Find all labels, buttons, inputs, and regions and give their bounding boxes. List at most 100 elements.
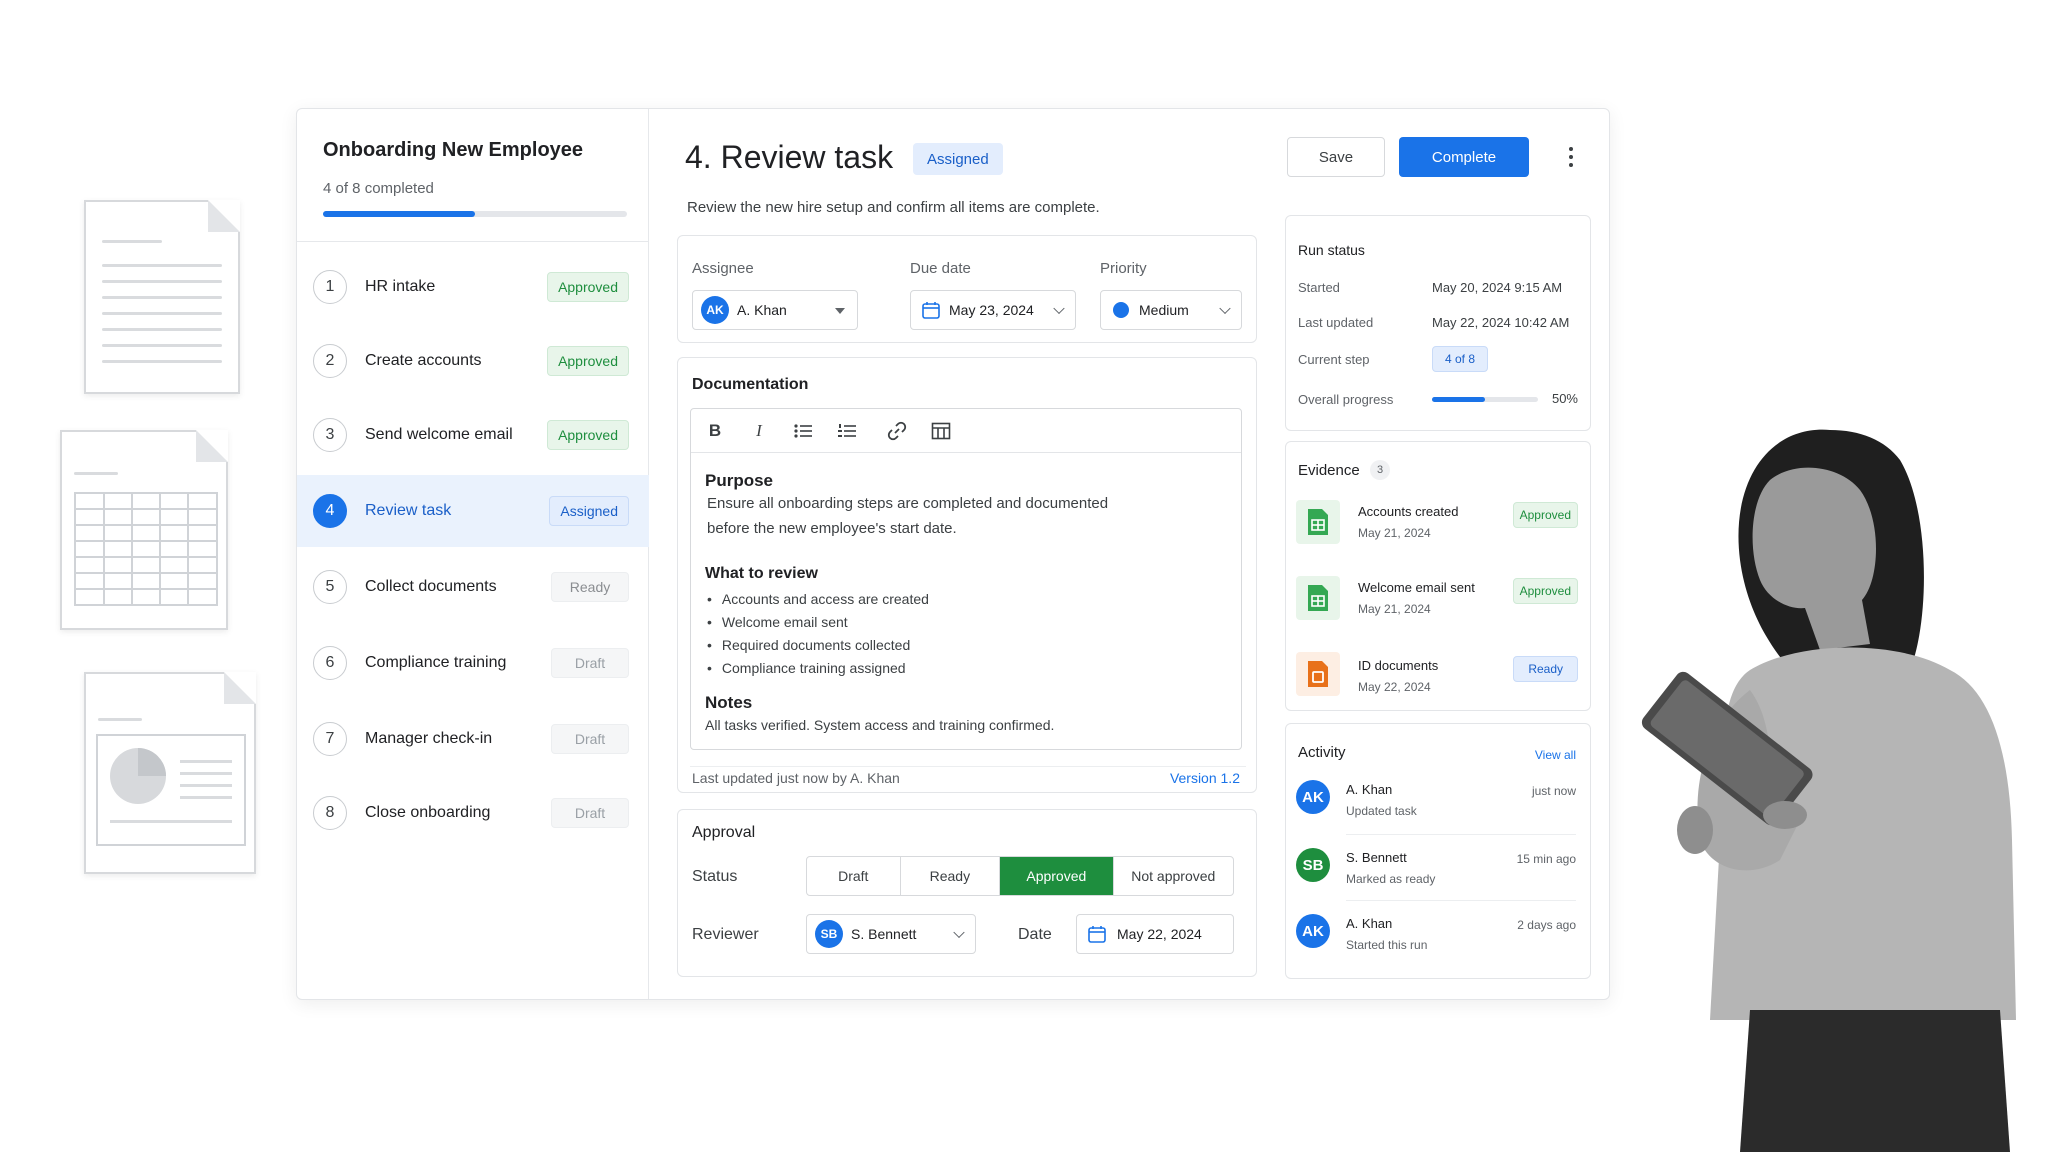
avatar: SB [1296, 848, 1330, 882]
step-label: Create accounts [365, 352, 482, 369]
activity-description: Updated task [1346, 804, 1417, 818]
step-number: 7 [313, 722, 347, 756]
link-button[interactable] [885, 419, 909, 443]
step-item-create-accounts[interactable]: 2 Create accounts Approved [297, 325, 649, 397]
step-number: 6 [313, 646, 347, 680]
last-updated-value: May 22, 2024 10:42 AM [1432, 315, 1570, 330]
step-item-review-task[interactable]: 4 Review task Assigned [297, 475, 649, 547]
evidence-item[interactable]: Accounts created May 21, 2024 Approved [1286, 494, 1590, 564]
step-label: Review task [365, 502, 452, 519]
rich-text-editor[interactable]: B I Purpose Ensure all onboarding steps … [690, 408, 1242, 750]
bullet-list-button[interactable] [791, 419, 815, 443]
step-label: Compliance training [365, 654, 507, 671]
status-option-not-approved[interactable]: Not approved [1114, 857, 1233, 895]
numbered-list-button[interactable] [835, 419, 859, 443]
more-options-icon[interactable] [1559, 137, 1583, 177]
avatar: AK [1296, 780, 1330, 814]
step-number: 4 [313, 494, 347, 528]
workflow-progress-fill [323, 211, 475, 217]
step-item-compliance-training[interactable]: 6 Compliance training Draft [297, 627, 649, 699]
status-badge: Ready [1513, 656, 1578, 682]
overall-progress-fill [1432, 397, 1485, 402]
calendar-icon [922, 302, 940, 319]
divider [1346, 834, 1576, 835]
activity-time: 2 days ago [1517, 918, 1576, 932]
due-date-picker[interactable]: May 23, 2024 [910, 290, 1076, 330]
review-item: Accounts and access are created [707, 591, 929, 607]
table-button[interactable] [929, 419, 953, 443]
spreadsheet-illustration [60, 430, 228, 630]
spreadsheet-icon [1296, 500, 1340, 544]
overall-progress-label: Overall progress [1298, 392, 1394, 407]
step-item-manager-check-in[interactable]: 7 Manager check-in Draft [297, 703, 649, 775]
reviewer-name: S. Bennett [851, 926, 917, 942]
approval-card: Approval Status Draft Ready Approved Not… [677, 809, 1257, 977]
assignee-select[interactable]: AK A. Khan [692, 290, 858, 330]
priority-dot-icon [1113, 302, 1129, 318]
assignee-label: Assignee [692, 260, 754, 277]
avatar: AK [1296, 914, 1330, 948]
divider [297, 241, 649, 242]
step-item-collect-documents[interactable]: 5 Collect documents Ready [297, 551, 649, 623]
step-label: Manager check-in [365, 730, 493, 747]
task-status-badge: Assigned [913, 143, 1003, 175]
evidence-name: Welcome email sent [1358, 580, 1475, 595]
due-date-value: May 23, 2024 [949, 302, 1034, 318]
chevron-down-icon [1053, 302, 1065, 315]
notes-text: All tasks verified. System access and tr… [705, 717, 1055, 733]
bold-button[interactable]: B [703, 419, 727, 443]
step-item-hr-intake[interactable]: 1 HR intake Approved [297, 251, 649, 323]
table-icon [931, 422, 951, 440]
document-icon [1296, 652, 1340, 696]
workflow-title: Onboarding New Employee [323, 139, 584, 161]
complete-button[interactable]: Complete [1399, 137, 1529, 177]
priority-select[interactable]: Medium [1100, 290, 1242, 330]
evidence-name: ID documents [1358, 658, 1439, 673]
italic-button[interactable]: I [747, 419, 771, 443]
save-button[interactable]: Save [1287, 137, 1385, 177]
step-number: 2 [313, 344, 347, 378]
documentation-card: Documentation B I Purpose Ensure all onb… [677, 357, 1257, 793]
view-all-link[interactable]: View all [1535, 748, 1576, 762]
task-description: Review the new hire setup and confirm al… [687, 199, 1100, 216]
overall-progress-bar [1432, 397, 1538, 402]
step-number: 1 [313, 270, 347, 304]
step-number: 3 [313, 418, 347, 452]
step-label: Collect documents [365, 578, 497, 595]
evidence-item[interactable]: ID documents May 22, 2024 Ready [1286, 646, 1590, 716]
review-heading: What to review [705, 565, 818, 582]
report-illustration [84, 672, 256, 874]
status-option-ready[interactable]: Ready [901, 857, 1001, 895]
started-label: Started [1298, 280, 1340, 295]
task-title: 4. Review task [685, 139, 894, 175]
activity-user: A. Khan [1346, 782, 1393, 797]
step-item-close-onboarding[interactable]: 8 Close onboarding Draft [297, 777, 649, 849]
link-icon [887, 421, 907, 441]
person-with-tablet-illustration [1641, 429, 2016, 1152]
step-number: 5 [313, 570, 347, 604]
reviewer-select[interactable]: SB S. Bennett [806, 914, 976, 954]
review-item: Compliance training assigned [707, 660, 906, 676]
activity-time: 15 min ago [1516, 852, 1576, 866]
bullet-list-icon [794, 424, 812, 438]
purpose-heading: Purpose [705, 471, 774, 490]
evidence-item[interactable]: Welcome email sent May 21, 2024 Approved [1286, 570, 1590, 640]
notes-heading: Notes [705, 693, 753, 712]
review-item: Welcome email sent [707, 614, 848, 630]
status-option-draft[interactable]: Draft [807, 857, 901, 895]
divider [690, 766, 1246, 767]
status-badge: Draft [551, 724, 629, 754]
version-link[interactable]: Version 1.2 [1170, 770, 1240, 786]
editor-toolbar: B I [691, 409, 1241, 453]
approval-date-picker[interactable]: May 22, 2024 [1076, 914, 1234, 954]
task-fields-card: Assignee AK A. Khan Due date May 23, 202… [677, 235, 1257, 343]
step-item-send-welcome-email[interactable]: 3 Send welcome email Approved [297, 399, 649, 471]
status-badge: Approved [547, 420, 629, 450]
status-badge: Draft [551, 648, 629, 678]
workflow-window: Onboarding New Employee 4 of 8 completed… [296, 108, 1610, 1000]
last-updated-label: Last updated [1298, 315, 1374, 330]
divider [1346, 900, 1576, 901]
status-option-approved[interactable]: Approved [1000, 857, 1114, 895]
step-label: Send welcome email [365, 426, 513, 443]
step-label: Close onboarding [365, 804, 491, 821]
